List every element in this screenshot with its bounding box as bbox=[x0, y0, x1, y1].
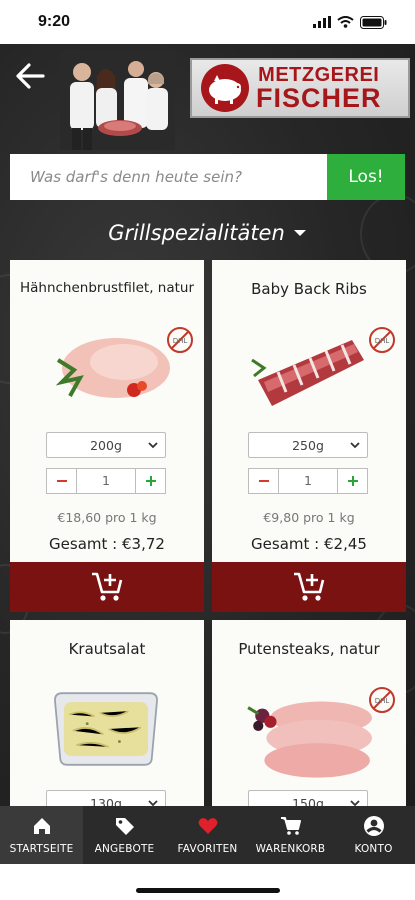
heart-icon bbox=[198, 818, 217, 834]
category-label: Grillspezialitäten bbox=[108, 221, 285, 245]
tag-icon bbox=[115, 818, 134, 835]
weight-value: 250g bbox=[292, 437, 324, 453]
product-card[interactable]: Baby Back Ribs DHL 250g 1 €9,80 pro 1 kg… bbox=[212, 260, 406, 612]
minus-icon bbox=[56, 480, 67, 482]
nav-item-konto[interactable]: KONTO bbox=[332, 806, 415, 864]
plus-icon bbox=[347, 476, 358, 486]
bottom-navigation: STARTSEITE ANGEBOTE FAVORITEN WARENKORB … bbox=[0, 806, 415, 864]
product-image bbox=[54, 692, 158, 766]
pig-logo-icon bbox=[201, 64, 249, 112]
search-bar: Los! bbox=[10, 154, 405, 200]
badge-text: DHL bbox=[375, 337, 390, 345]
home-icon bbox=[33, 818, 50, 834]
product-card[interactable]: Krautsalat 130g bbox=[10, 620, 204, 806]
product-card[interactable]: Putensteaks, natur DHL 150g bbox=[212, 620, 406, 806]
back-button[interactable] bbox=[12, 58, 48, 94]
decrease-quantity-button[interactable] bbox=[249, 469, 279, 493]
add-to-cart-button[interactable] bbox=[10, 562, 204, 612]
wifi-icon bbox=[337, 16, 354, 28]
increase-quantity-button[interactable] bbox=[135, 469, 165, 493]
chevron-down-icon bbox=[350, 442, 360, 449]
brand-logo: METZGEREI FISCHER bbox=[190, 58, 410, 118]
product-name: Putensteaks, natur bbox=[238, 640, 380, 658]
category-dropdown[interactable]: Grillspezialitäten bbox=[0, 214, 415, 252]
logo-text: METZGEREI FISCHER bbox=[256, 65, 382, 112]
cart-icon bbox=[280, 817, 301, 835]
minus-icon bbox=[258, 480, 269, 482]
caret-down-icon bbox=[293, 230, 306, 236]
nav-item-startseite[interactable]: STARTSEITE bbox=[0, 806, 83, 864]
badge-text: DHL bbox=[375, 697, 390, 705]
nav-label: STARTSEITE bbox=[9, 843, 74, 855]
unit-price: €18,60 pro 1 kg bbox=[57, 510, 157, 525]
product-name: Baby Back Ribs bbox=[251, 280, 367, 298]
status-icons bbox=[313, 15, 387, 29]
weight-select[interactable]: 200g bbox=[46, 432, 166, 458]
quantity-value[interactable]: 1 bbox=[279, 469, 337, 493]
account-icon bbox=[363, 816, 384, 836]
logo-line2: FISCHER bbox=[256, 82, 382, 113]
weight-select[interactable]: 130g bbox=[46, 790, 166, 806]
home-indicator-area bbox=[0, 864, 415, 900]
chevron-down-icon bbox=[148, 442, 158, 449]
header: METZGEREI FISCHER bbox=[0, 44, 415, 152]
product-name: Hähnchenbrustfilet, natur bbox=[19, 280, 195, 296]
plus-icon bbox=[145, 476, 156, 486]
weight-value: 150g bbox=[292, 795, 324, 807]
total-price: Gesamt : €3,72 bbox=[49, 535, 165, 553]
nav-item-angebote[interactable]: ANGEBOTE bbox=[83, 806, 166, 864]
add-to-cart-icon bbox=[92, 572, 123, 601]
weight-select[interactable]: 250g bbox=[248, 432, 368, 458]
nav-item-favoriten[interactable]: FAVORITEN bbox=[166, 806, 249, 864]
battery-icon bbox=[360, 15, 387, 29]
weight-value: 130g bbox=[90, 795, 122, 807]
quantity-stepper: 1 bbox=[248, 468, 368, 494]
product-image bbox=[247, 701, 372, 778]
product-name: Krautsalat bbox=[68, 640, 146, 658]
quantity-value[interactable]: 1 bbox=[77, 469, 135, 493]
weight-select[interactable]: 150g bbox=[248, 790, 368, 806]
nav-label: FAVORITEN bbox=[177, 843, 238, 855]
nav-label: KONTO bbox=[354, 843, 393, 855]
chevron-down-icon bbox=[350, 800, 360, 806]
weight-value: 200g bbox=[90, 437, 122, 453]
product-image bbox=[55, 338, 170, 398]
home-indicator[interactable] bbox=[136, 888, 280, 893]
total-price: Gesamt : €2,45 bbox=[251, 535, 367, 553]
product-image bbox=[251, 340, 364, 406]
search-input[interactable] bbox=[10, 154, 327, 200]
decrease-quantity-button[interactable] bbox=[47, 469, 77, 493]
unit-price: €9,80 pro 1 kg bbox=[263, 510, 355, 525]
arrow-left-icon bbox=[16, 63, 45, 89]
nav-label: ANGEBOTE bbox=[94, 843, 155, 855]
logo-line1: METZGEREI bbox=[258, 63, 380, 86]
signal-icon bbox=[313, 16, 331, 28]
status-time: 9:20 bbox=[38, 13, 71, 30]
add-to-cart-icon bbox=[294, 572, 325, 601]
search-button[interactable]: Los! bbox=[327, 154, 405, 200]
team-photo bbox=[60, 50, 175, 150]
nav-label: WARENKORB bbox=[255, 843, 326, 855]
status-bar: 9:20 bbox=[0, 0, 415, 44]
app-content: METZGEREI FISCHER Los! Grillspezialitäte… bbox=[0, 44, 415, 806]
nav-item-warenkorb[interactable]: WARENKORB bbox=[249, 806, 332, 864]
badge-text: DHL bbox=[173, 337, 188, 345]
increase-quantity-button[interactable] bbox=[337, 469, 367, 493]
add-to-cart-button[interactable] bbox=[212, 562, 406, 612]
chevron-down-icon bbox=[148, 800, 158, 806]
product-card[interactable]: Hähnchenbrustfilet, natur DHL 200g 1 €18… bbox=[10, 260, 204, 612]
quantity-stepper: 1 bbox=[46, 468, 166, 494]
